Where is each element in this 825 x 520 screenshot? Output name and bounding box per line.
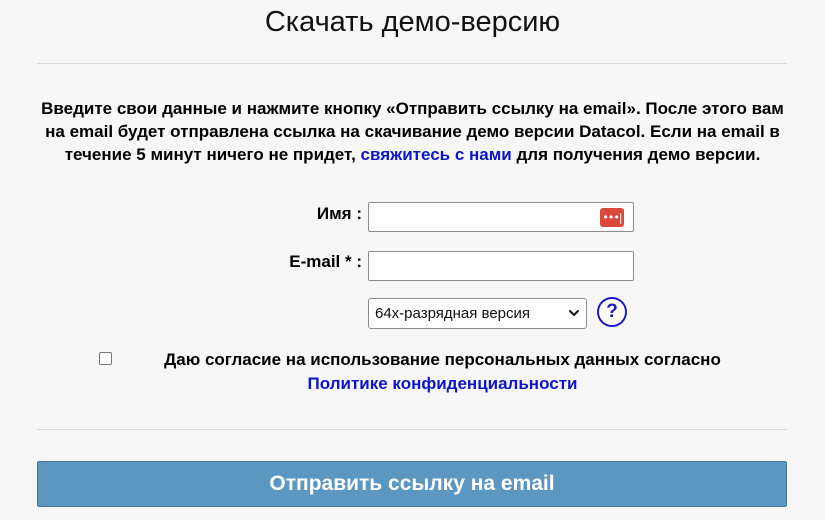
send-link-button[interactable]: Отправить ссылку на email [37,461,787,507]
help-icon[interactable]: ? [597,297,627,327]
consent-label: Даю согласие на использование персональн… [164,350,721,369]
chevron-down-icon [569,310,579,316]
version-select-value: 64х-разрядная версия [375,305,531,322]
email-label: E-mail * : [289,252,362,271]
bottom-divider [37,429,787,430]
email-input[interactable] [368,251,634,281]
privacy-policy-link[interactable]: Политике конфиденциальности [308,374,578,393]
consent-text: Даю согласие на использование персональн… [120,348,765,396]
top-divider [37,63,787,64]
name-input[interactable] [368,202,634,232]
password-manager-icon[interactable]: •••| [600,208,624,227]
intro-text-part-2: для получения демо версии. [511,145,761,164]
version-select[interactable]: 64х-разрядная версия [368,298,587,329]
consent-checkbox[interactable] [99,352,112,365]
intro-text: Введите свои данные и нажмите кнопку «От… [40,97,785,166]
name-label: Имя : [316,204,362,223]
contact-us-link[interactable]: свяжитесь с нами [361,145,512,164]
page-title: Скачать демо-версию [264,6,561,38]
